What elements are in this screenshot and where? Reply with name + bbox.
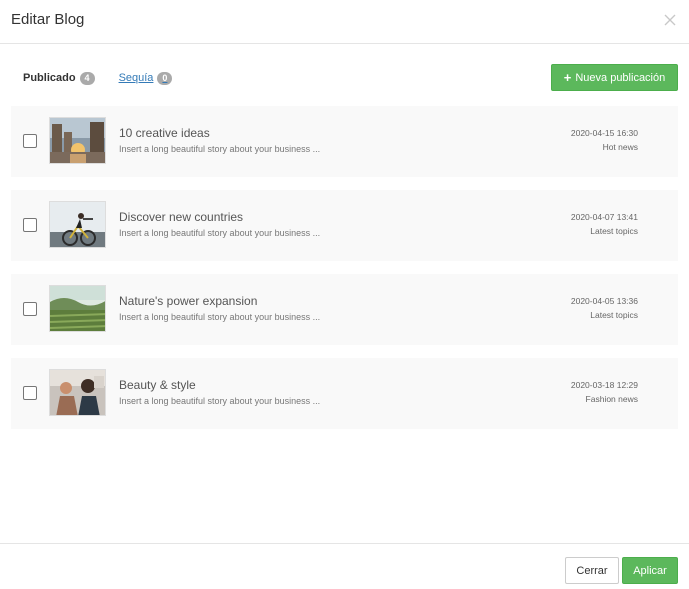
plus-icon: +: [563, 70, 572, 85]
tab-published-label: Publicado: [23, 72, 76, 84]
draft-count-badge: 0: [157, 71, 173, 85]
post-category: Hot news: [602, 142, 638, 152]
tab-draft-label: Sequía: [118, 72, 154, 84]
close-icon[interactable]: [663, 13, 677, 27]
new-post-label: Nueva publicación: [575, 71, 666, 84]
post-status-tabs: Publicado 4 Sequía 0: [23, 69, 173, 87]
post-date: 2020-04-15 16:30: [570, 128, 638, 138]
post-list-item[interactable]: Discover new countries Insert a long bea…: [11, 190, 678, 261]
tab-published[interactable]: Publicado 4: [23, 71, 95, 85]
post-excerpt: Insert a long beautiful story about your…: [119, 144, 321, 154]
post-title: Nature's power expansion: [119, 294, 258, 308]
dialog-footer: Cerrar Aplicar: [0, 543, 689, 589]
post-title: Beauty & style: [119, 378, 196, 392]
post-list-item[interactable]: Beauty & style Insert a long beautiful s…: [11, 358, 678, 429]
post-thumbnail: [49, 369, 106, 416]
post-date: 2020-04-05 13:36: [570, 296, 638, 306]
post-select-checkbox[interactable]: [23, 386, 37, 400]
post-select-checkbox[interactable]: [23, 302, 37, 316]
post-excerpt: Insert a long beautiful story about your…: [119, 396, 321, 406]
post-select-checkbox[interactable]: [23, 218, 37, 232]
post-category: Latest topics: [590, 226, 638, 236]
post-thumbnail: [49, 117, 106, 164]
post-list-item[interactable]: Nature's power expansion Insert a long b…: [11, 274, 678, 345]
post-thumbnail: [49, 285, 106, 332]
tab-draft[interactable]: Sequía 0: [118, 71, 173, 85]
post-category: Fashion news: [585, 394, 638, 404]
post-excerpt: Insert a long beautiful story about your…: [119, 228, 321, 238]
published-count-badge: 4: [79, 71, 95, 85]
post-thumbnail: [49, 201, 106, 248]
post-excerpt: Insert a long beautiful story about your…: [119, 312, 321, 322]
post-category: Latest topics: [590, 310, 638, 320]
post-select-checkbox[interactable]: [23, 134, 37, 148]
post-list-item[interactable]: 10 creative ideas Insert a long beautifu…: [11, 106, 678, 177]
edit-blog-dialog: Editar Blog Publicado 4 Sequía 0 + Nueva…: [0, 0, 689, 589]
post-date: 2020-04-07 13:41: [570, 212, 638, 222]
post-list: 10 creative ideas Insert a long beautifu…: [11, 106, 678, 442]
post-title: Discover new countries: [119, 210, 244, 224]
new-post-button[interactable]: + Nueva publicación: [551, 64, 678, 91]
close-button[interactable]: Cerrar: [565, 557, 619, 584]
dialog-header: Editar Blog: [0, 0, 689, 44]
dialog-title: Editar Blog: [11, 11, 85, 28]
apply-button[interactable]: Aplicar: [622, 557, 678, 584]
post-title: 10 creative ideas: [119, 126, 210, 140]
post-date: 2020-03-18 12:29: [570, 380, 638, 390]
